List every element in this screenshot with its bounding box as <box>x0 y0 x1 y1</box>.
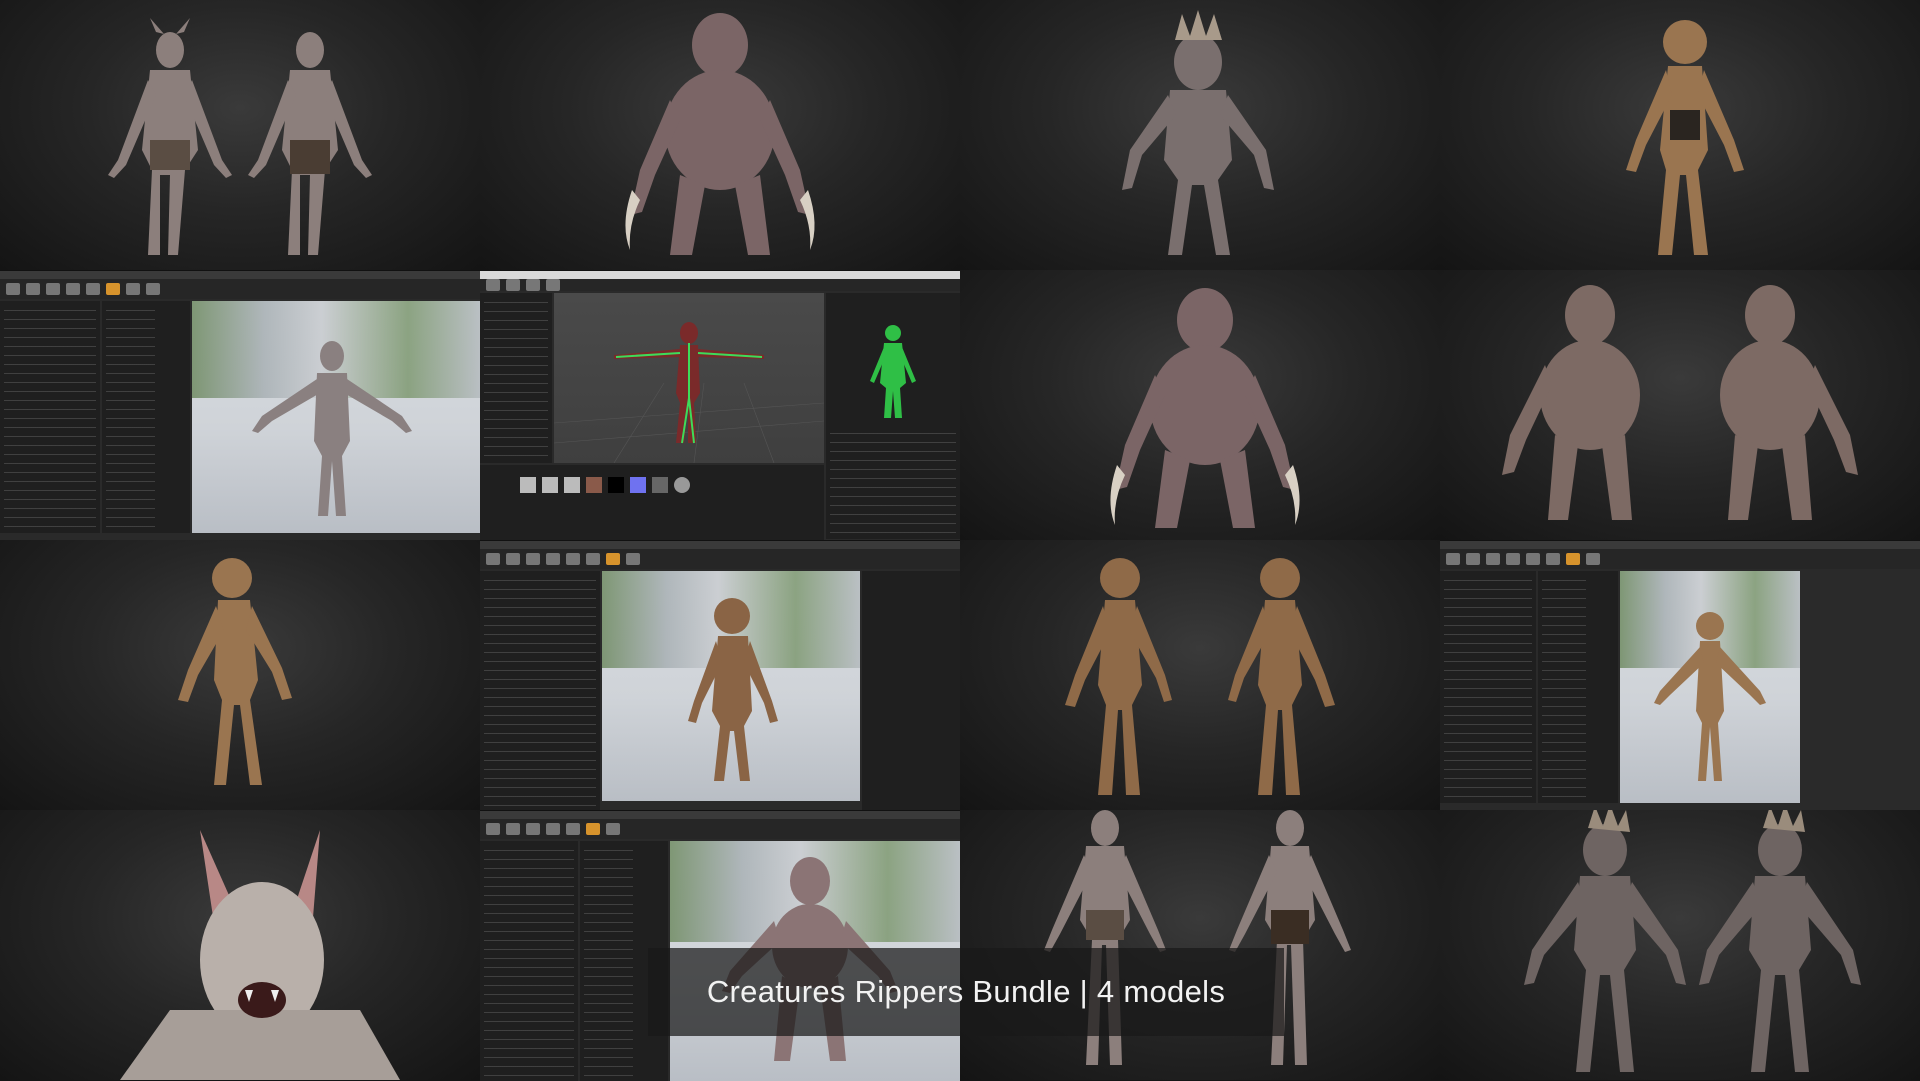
retarget-goblin-tile <box>1440 540 1920 810</box>
hierarchy-panel <box>480 293 552 463</box>
editor-toolbar <box>0 279 480 299</box>
goblin-creature-wireframe-tile <box>960 540 1440 810</box>
editor-menubar <box>0 271 480 279</box>
editor-menubar <box>480 271 960 279</box>
skeleton-tree-panel <box>480 841 578 1081</box>
bat-creature-head <box>120 830 400 1080</box>
editor-toolbar <box>480 549 960 569</box>
brute-creature-figure <box>625 13 815 255</box>
goblin-creature-side-figure <box>178 558 292 785</box>
goblin-creature-side-tile <box>0 540 480 810</box>
details-panel <box>480 571 600 811</box>
goblin-creature-figure <box>1626 20 1744 255</box>
unreal-retarget-bat-screenshot <box>0 270 480 541</box>
spiked-creature-front-tile <box>960 0 1440 270</box>
brute-creature-front-tile <box>480 0 960 270</box>
brute-creature-wireframe-figures <box>1502 285 1858 520</box>
details-panel <box>1802 571 1920 803</box>
editor-viewport <box>1620 571 1800 803</box>
editor-menubar <box>480 541 960 549</box>
bat-creature-closeup-tile <box>0 810 480 1080</box>
spiked-creature-wireframe-figures <box>1524 810 1861 1072</box>
brute-creature-figure-2 <box>1110 288 1300 528</box>
bat-creature-wireframe-figures <box>1044 810 1351 1065</box>
skeleton-tree-panel <box>1440 571 1536 803</box>
bat-creature-wireframe-tile <box>960 810 1440 1080</box>
outliner-panel <box>862 571 960 811</box>
editor-toolbar <box>480 819 960 839</box>
bat-creature-figures <box>108 18 372 255</box>
unreal-retarget-brute-screenshot <box>480 810 960 1081</box>
spiked-creature-figure <box>1122 10 1274 255</box>
caption-banner: Creatures Rippers Bundle | 4 models <box>648 948 1284 1036</box>
goblin-creature-viewport <box>688 598 778 781</box>
unreal-material-goblin-screenshot <box>480 540 960 811</box>
bat-creature-tpose <box>252 341 412 516</box>
brute-creature-wireframe-tile <box>1440 270 1920 540</box>
unreal-retarget-goblin-screenshot <box>1440 540 1920 810</box>
editor-menubar <box>1440 541 1920 549</box>
bat-creature-front-back-tile <box>0 0 480 270</box>
project-panel <box>480 465 824 541</box>
retarget-manager-panel <box>102 301 190 533</box>
spiked-creature-rig <box>554 322 824 463</box>
caption-title: Creatures Rippers Bundle | 4 models <box>706 974 1226 1009</box>
editor-viewport <box>602 571 860 801</box>
editor-toolbar <box>1440 549 1920 569</box>
editor-viewport <box>192 301 480 533</box>
brute-creature-front-2-tile <box>960 270 1440 540</box>
spiked-creature-wireframe-tile <box>1440 810 1920 1080</box>
skeleton-tree-panel <box>0 301 100 533</box>
goblin-creature-wireframe-figures <box>1065 558 1335 795</box>
goblin-creature-tpose <box>1654 612 1766 781</box>
editor-toolbar <box>480 279 960 291</box>
scene-viewport <box>554 293 824 463</box>
goblin-creature-front-tile <box>1440 0 1920 270</box>
retarget-manager-panel <box>1538 571 1618 803</box>
editor-menubar <box>480 811 960 819</box>
inspector-panel <box>826 293 960 539</box>
unity-rig-spiked-screenshot <box>480 270 960 541</box>
